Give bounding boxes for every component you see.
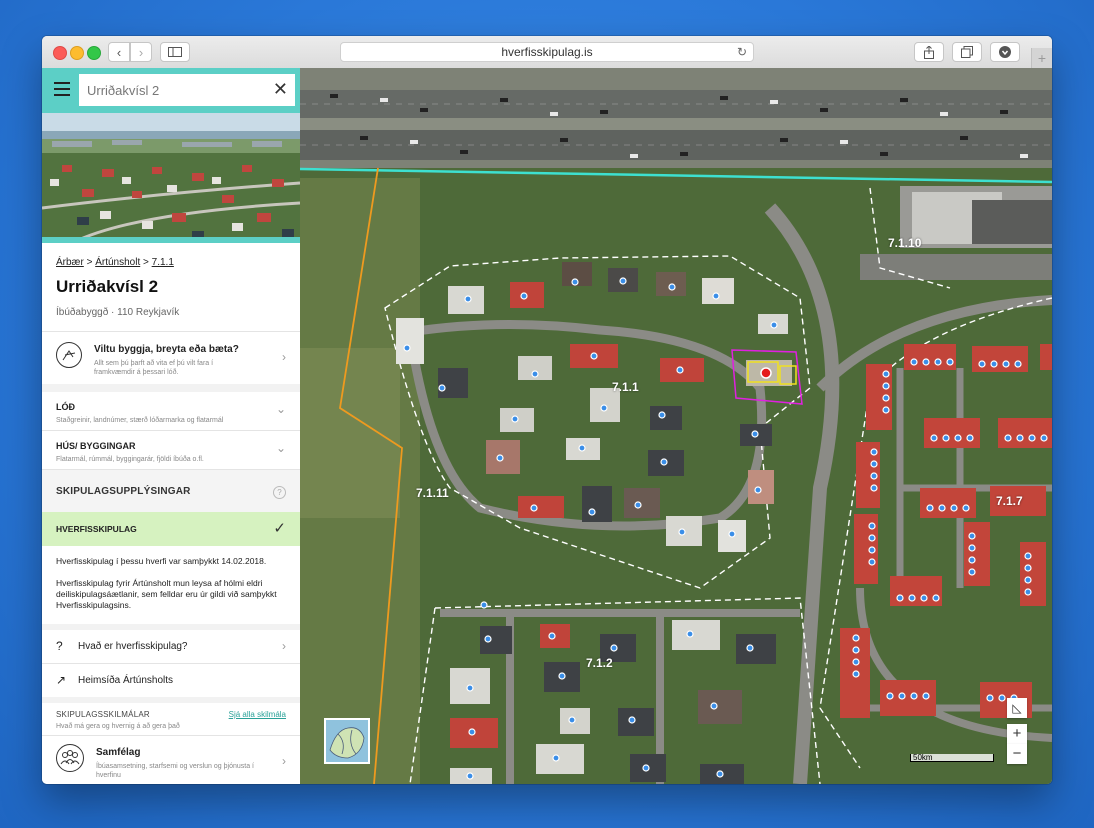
- titlebar: ‹ › hverfisskipulag.is ↻ +: [42, 36, 1052, 69]
- place-photo: [42, 113, 300, 243]
- zoom-window-button[interactable]: [87, 46, 101, 60]
- chevron-down-icon: ⌄: [275, 402, 286, 416]
- accordion-desc: Staðgreinir, landnúmer, stærð lóðarmarka…: [56, 417, 224, 424]
- share-icon: [924, 45, 934, 59]
- accordion-title: LÓÐ: [56, 402, 75, 412]
- minimize-window-button[interactable]: [70, 46, 84, 60]
- accordion-desc: Flatarmál, rúmmál, byggingarár, fjöldi í…: [56, 456, 204, 463]
- accordion-hus[interactable]: HÚS/ BYGGINGAR Flatarmál, rúmmál, byggin…: [42, 431, 300, 469]
- planning-section-header: SKIPULAGSUPPLÝSINGAR ?: [42, 470, 300, 512]
- community-icon: [56, 744, 84, 772]
- search-bar: ✕: [42, 68, 300, 113]
- section-heading: SKIPULAGSUPPLÝSINGAR: [56, 486, 191, 497]
- reload-icon[interactable]: ↻: [737, 45, 747, 59]
- chevron-right-icon: ›: [138, 44, 144, 60]
- build-icon: [56, 342, 82, 368]
- zone-label: 7.1.11: [416, 486, 449, 500]
- terms-item-desc-line1: Íbúasamsetning, starfsemi og verslun og …: [96, 763, 254, 770]
- build-prompt-desc-line2: framkvæmdir á þessari lóð.: [94, 369, 179, 376]
- sidebar-toggle-button[interactable]: [160, 42, 190, 62]
- downloads-button[interactable]: [990, 42, 1020, 62]
- breadcrumb: Árbær > Ártúnsholt > 7.1.1: [56, 257, 174, 268]
- back-button[interactable]: ‹: [108, 42, 130, 62]
- zone-label: 7.1.2: [586, 656, 613, 670]
- url-text: hverfisskipulag.is: [501, 45, 593, 59]
- terms-desc: Hvað má gera og hvernig á að gera það: [56, 723, 180, 730]
- help-icon[interactable]: ?: [273, 486, 286, 499]
- breadcrumb-link-arbaer[interactable]: Árbær: [56, 257, 84, 268]
- checkmark-icon: ✓: [273, 520, 286, 537]
- planning-text-1: Hverfisskipulag í þessu hverfi var samþy…: [56, 556, 267, 566]
- terms-item-title: Samfélag: [96, 747, 141, 758]
- browser-window: ‹ › hverfisskipulag.is ↻ + ✕: [42, 36, 1052, 784]
- link-row-what-is[interactable]: ? Hvað er hverfisskipulag? ›: [42, 630, 300, 663]
- link-row-homepage[interactable]: ↗ Heimsíða Ártúnsholts: [42, 664, 300, 697]
- build-prompt-row[interactable]: Viltu byggja, breyta eða bæta? Allt sem …: [42, 332, 300, 384]
- new-tab-button[interactable]: +: [1031, 48, 1052, 68]
- page-title: Urriðakvísl 2: [56, 277, 159, 296]
- zone-label: 7.1.10: [888, 236, 922, 250]
- question-icon: ?: [56, 639, 63, 653]
- address-bar[interactable]: hverfisskipulag.is ↻: [340, 42, 754, 62]
- divider: [42, 697, 300, 703]
- breadcrumb-link-zone[interactable]: 7.1.1: [152, 257, 174, 268]
- measure-tool-button[interactable]: ◺: [1007, 698, 1027, 718]
- search-input[interactable]: [79, 74, 295, 106]
- share-button[interactable]: [914, 42, 944, 62]
- terms-heading: SKIPULAGSSKILMÁLAR: [56, 710, 150, 719]
- tabs-overview-button[interactable]: [952, 42, 982, 62]
- forward-button[interactable]: ›: [130, 42, 152, 62]
- scale-bar: 50km: [910, 754, 994, 762]
- hverfisskipulag-row[interactable]: HVERFISSKIPULAG ✓: [42, 512, 300, 546]
- aerial-map: [300, 68, 1052, 784]
- link-label: Heimsíða Ártúnsholts: [78, 675, 174, 686]
- place-subtitle: Íbúðabyggð · 110 Reykjavík: [56, 307, 180, 318]
- planning-text-2: Hverfisskipulag fyrir Ártúnsholt mun ley…: [56, 578, 277, 610]
- accordion-title: HÚS/ BYGGINGAR: [56, 441, 136, 451]
- terms-item-desc: Íbúasamsetning, starfsemi og verslun og …: [96, 762, 254, 780]
- chevron-right-icon: ›: [282, 754, 286, 768]
- photo-accent-bar: [42, 237, 300, 243]
- terms-item-samfelag[interactable]: Samfélag Íbúasamsetning, starfsemi og ve…: [42, 736, 300, 784]
- build-prompt-title: Viltu byggja, breyta eða bæta?: [94, 344, 239, 355]
- build-prompt-desc: Allt sem þú þarft að vita ef þú vilt far…: [94, 359, 213, 377]
- download-icon: [999, 46, 1011, 58]
- map-view[interactable]: 7.1.10 7.1.1 7.1.11 7.1.7 7.1.2 ◺ + − 50…: [300, 68, 1052, 784]
- divider: [42, 384, 300, 392]
- external-link-icon: ↗: [56, 673, 67, 687]
- see-all-terms-link[interactable]: Sjá alla skilmála: [229, 710, 286, 719]
- close-window-button[interactable]: [53, 46, 67, 60]
- chevron-left-icon: ‹: [116, 44, 122, 60]
- hverfisskipulag-label: HVERFISSKIPULAG: [56, 524, 137, 534]
- chevron-right-icon: ›: [282, 639, 286, 653]
- close-icon[interactable]: ✕: [273, 80, 288, 98]
- zone-label: 7.1.7: [996, 494, 1023, 508]
- menu-icon[interactable]: [54, 82, 70, 96]
- breadcrumb-link-artunsholt[interactable]: Ártúnsholt: [95, 257, 140, 268]
- link-label: Hvað er hverfisskipulag?: [78, 641, 188, 652]
- tabs-icon: [961, 46, 973, 58]
- zoom-in-button[interactable]: +: [1007, 724, 1027, 744]
- measure-icon: ◺: [1012, 701, 1022, 715]
- minimap-thumbnail[interactable]: [324, 718, 370, 764]
- zone-label: 7.1.1: [612, 380, 639, 394]
- sidebar-panel: ✕ Árbær > Ártúnsholt > 7.1.1: [42, 68, 301, 784]
- terms-item-desc-line2: hverfinu: [96, 772, 121, 779]
- build-prompt-desc-line1: Allt sem þú þarft að vita ef þú vilt far…: [94, 360, 214, 367]
- sidebar-icon: [168, 47, 182, 57]
- zoom-out-button[interactable]: −: [1007, 744, 1027, 764]
- chevron-right-icon: ›: [282, 350, 286, 364]
- chevron-down-icon: ⌄: [275, 441, 286, 455]
- accordion-lod[interactable]: LÓÐ Staðgreinir, landnúmer, stærð lóðarm…: [42, 392, 300, 430]
